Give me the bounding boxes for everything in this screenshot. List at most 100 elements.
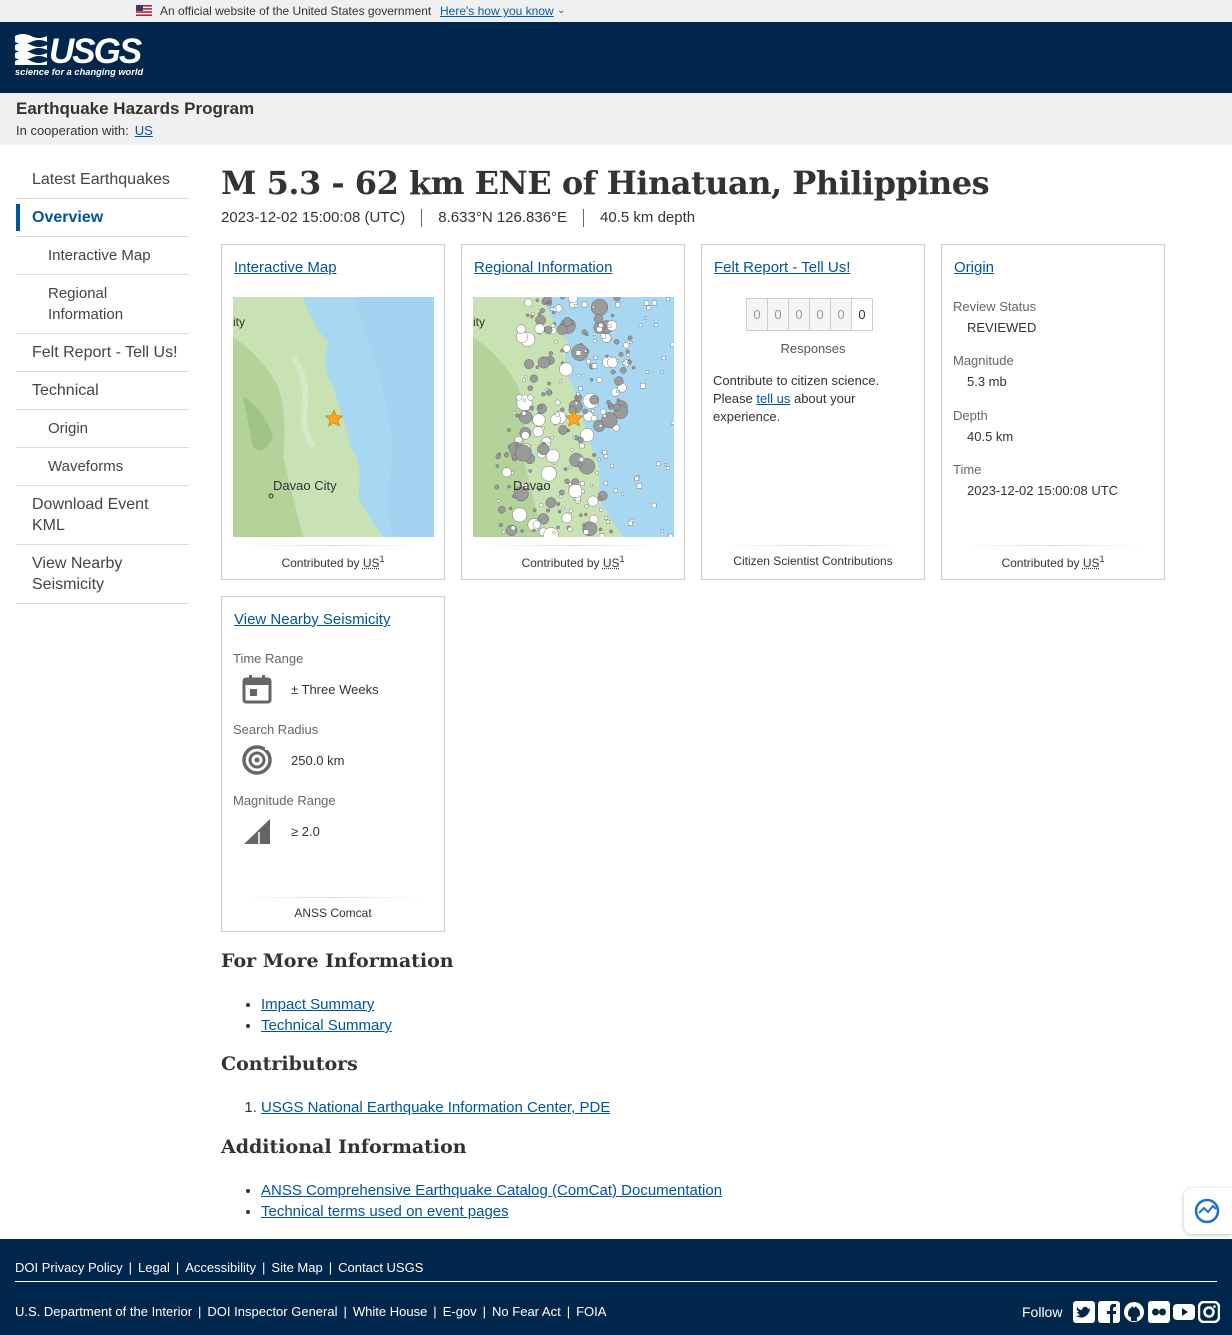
event-location: 8.633°N 126.836°E: [421, 209, 583, 227]
seismicity-marker: [529, 374, 538, 383]
footer-link-contact[interactable]: Contact USGS: [338, 1260, 423, 1275]
seismicity-marker: [495, 454, 501, 460]
responses-counter: 0 0 0 0 0 0: [746, 298, 873, 331]
seismicity-marker: [547, 381, 551, 386]
contributor-link[interactable]: USGS National Earthquake Information Cen…: [261, 1099, 610, 1116]
gov-banner: An official website of the United States…: [0, 0, 1232, 22]
footer-link-doi[interactable]: U.S. Department of the Interior: [15, 1304, 192, 1319]
seismicity-marker: [660, 370, 664, 374]
list-item: USGS National Earthquake Information Cen…: [261, 1097, 610, 1118]
technical-summary-link[interactable]: Technical Summary: [261, 1017, 392, 1034]
card-divider: [482, 545, 664, 546]
feedback-button[interactable]: [1184, 1188, 1232, 1234]
map-label-city: Davao City: [273, 478, 337, 493]
seismicity-marker: [575, 350, 581, 356]
youtube-icon[interactable]: [1173, 1301, 1196, 1323]
seismicity-marker: [605, 354, 609, 358]
seismicity-marker: [526, 313, 530, 317]
nav-overview[interactable]: Overview: [16, 199, 189, 237]
seismicity-marker: [636, 483, 643, 489]
nav-felt-report[interactable]: Felt Report - Tell Us!: [16, 334, 189, 372]
footer-link-egov[interactable]: E-gov: [443, 1304, 477, 1319]
footer-link-privacy[interactable]: DOI Privacy Policy: [15, 1260, 123, 1275]
seismicity-marker: [495, 464, 499, 468]
seismicity-marker: [539, 503, 544, 508]
cooperation-link[interactable]: US: [135, 123, 153, 138]
interactive-map-thumbnail[interactable]: ity Davao City: [233, 297, 434, 537]
seismicity-marker: [591, 363, 598, 369]
footer-link-white-house[interactable]: White House: [353, 1304, 427, 1319]
seismicity-marker: [537, 356, 550, 369]
calendar-icon: [242, 675, 272, 704]
comcat-documentation-link[interactable]: ANSS Comprehensive Earthquake Catalog (C…: [261, 1182, 722, 1199]
felt-report-link[interactable]: Felt Report - Tell Us!: [714, 259, 850, 276]
seismicity-marker: [598, 323, 604, 328]
seismicity-marker: [527, 394, 534, 401]
regional-map-thumbnail[interactable]: ity Davao: [473, 297, 674, 537]
seismicity-marker: [503, 452, 510, 458]
nav-origin[interactable]: Origin: [16, 410, 189, 448]
nav-regional-information[interactable]: Regional Information: [16, 275, 189, 334]
seismicity-marker: [614, 376, 624, 386]
seismicity-marker: [524, 359, 534, 369]
chevron-down-icon[interactable]: ⌄: [557, 5, 565, 16]
footer-link-legal[interactable]: Legal: [138, 1260, 170, 1275]
facebook-icon[interactable]: [1098, 1301, 1121, 1323]
list-item: ANSS Comprehensive Earthquake Catalog (C…: [261, 1180, 722, 1201]
view-nearby-seismicity-link[interactable]: View Nearby Seismicity: [234, 611, 390, 628]
seismicity-marker: [562, 317, 573, 327]
usgs-logo[interactable]: USGS science for a changing world: [15, 32, 145, 80]
seismicity-marker: [583, 529, 589, 535]
magnitude-range-row: ≥ 2.0: [241, 815, 320, 847]
origin-link[interactable]: Origin: [954, 259, 994, 276]
responses-label: Responses: [780, 341, 846, 356]
footer-link-site-map[interactable]: Site Map: [271, 1260, 322, 1275]
seismicity-marker: [532, 528, 536, 533]
follow-label: Follow: [1022, 1304, 1063, 1320]
seismicity-marker: [592, 305, 595, 309]
regional-information-link[interactable]: Regional Information: [474, 259, 612, 276]
nav-download-kml[interactable]: Download Event KML: [16, 486, 189, 545]
impact-summary-link[interactable]: Impact Summary: [261, 996, 374, 1013]
nav-technical[interactable]: Technical: [16, 372, 189, 410]
technical-terms-link[interactable]: Technical terms used on event pages: [261, 1203, 509, 1220]
seismicity-marker: [534, 323, 545, 334]
seismicity-marker: [627, 360, 632, 365]
twitter-icon[interactable]: [1073, 1301, 1096, 1323]
footer-link-accessibility[interactable]: Accessibility: [185, 1260, 256, 1275]
nav-view-nearby-seismicity[interactable]: View Nearby Seismicity: [16, 545, 189, 604]
search-radius-value: 250.0 km: [291, 752, 345, 768]
flickr-icon[interactable]: [1148, 1301, 1171, 1323]
instagram-icon[interactable]: [1198, 1301, 1221, 1323]
seismicity-marker: [620, 492, 624, 496]
seismicity-marker: [522, 378, 526, 383]
seismicity-marker: [572, 496, 576, 500]
seismicity-marker: [552, 464, 557, 468]
seismicity-marker: [545, 497, 557, 508]
seismicity-marker: [661, 356, 666, 361]
seismicity-marker: [590, 415, 598, 422]
seismicity-marker: [598, 507, 604, 512]
nav-interactive-map[interactable]: Interactive Map: [16, 237, 189, 275]
footer-links-primary: DOI Privacy Policy | Legal | Accessibility | S…: [15, 1260, 424, 1275]
seismicity-marker: [613, 339, 620, 345]
origin-time: Time 2023-12-02 15:00:08 UTC: [953, 462, 1119, 498]
additional-info-list: ANSS Comprehensive Earthquake Catalog (C…: [261, 1180, 722, 1222]
seismicity-marker: [558, 494, 563, 499]
seismicity-marker: [589, 378, 594, 382]
card-divider: [962, 545, 1144, 546]
seismicity-marker: [608, 402, 613, 408]
nav-waveforms[interactable]: Waveforms: [16, 448, 189, 486]
footer-link-inspector-general[interactable]: DOI Inspector General: [207, 1304, 337, 1319]
tell-us-link[interactable]: tell us: [756, 391, 790, 406]
nav-latest-earthquakes[interactable]: Latest Earthquakes: [16, 161, 189, 199]
seismicity-marker: [516, 324, 526, 334]
map-label-edge: ity: [233, 315, 245, 329]
seismicity-marker: [544, 326, 553, 335]
github-icon[interactable]: [1123, 1301, 1145, 1323]
citizen-scientist-footer: Citizen Scientist Contributions: [733, 554, 893, 568]
footer-link-no-fear-act[interactable]: No Fear Act: [492, 1304, 561, 1319]
footer-link-foia[interactable]: FOIA: [576, 1304, 606, 1319]
interactive-map-link[interactable]: Interactive Map: [234, 259, 337, 276]
heres-how-you-know-link[interactable]: Here's how you know: [440, 4, 554, 18]
